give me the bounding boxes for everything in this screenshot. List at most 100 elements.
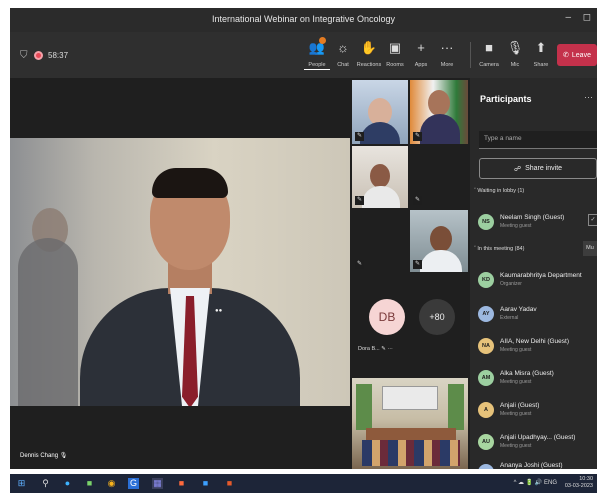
list-item[interactable]: KD Kaumarabhritya Department Organizer [478, 270, 597, 294]
video-tile[interactable]: ✎ [410, 146, 468, 208]
mic-off-icon: ✎ [355, 196, 364, 205]
mic-label: Mic [510, 62, 520, 68]
admit-icon[interactable]: ✓ [588, 214, 597, 226]
reactions-button[interactable]: ✋ Reactions [356, 40, 382, 68]
camera-icon: ■ [485, 40, 493, 55]
avatar: AY [478, 306, 494, 322]
chrome-icon[interactable]: ◉ [106, 478, 117, 489]
teams-icon[interactable]: ▦ [152, 478, 163, 489]
app-icon[interactable]: ■ [224, 478, 235, 489]
mic-off-icon: ✎ [413, 260, 422, 269]
speaker-name-tag: Dennis Chang 🎙 [20, 452, 67, 459]
participant-name: Anjali Upadhyay... (Guest) [500, 434, 576, 441]
taskbar-clock[interactable]: 10:30 03-03-2023 [565, 476, 593, 490]
share-invite-label: Share invite [525, 165, 563, 172]
overflow-count-button[interactable]: +80 [419, 299, 455, 335]
apps-button[interactable]: + Apps [408, 40, 434, 68]
mic-off-icon: ✎ [413, 132, 422, 141]
reactions-icon: ✋ [360, 40, 378, 55]
participant-search-input[interactable]: Type a name [479, 131, 597, 149]
room-plant [356, 384, 372, 430]
list-item[interactable]: AM Alka Misra (Guest) Meeting guest [478, 368, 597, 392]
waiting-lobby-header[interactable]: ˇ Waiting in lobby (1) [474, 188, 524, 194]
more-icon[interactable]: ··· [584, 92, 593, 102]
rooms-label: Rooms [386, 62, 404, 68]
windows-start-icon[interactable]: ⊞ [16, 478, 27, 489]
rooms-icon: ▣ [388, 40, 402, 55]
people-label: People [304, 62, 330, 70]
video-tile[interactable]: ✎ [410, 80, 468, 144]
mic-off-icon: ✎ [381, 346, 386, 352]
video-tile[interactable]: ✎ [352, 80, 408, 144]
participant-name: Alka Misra (Guest) [500, 370, 554, 377]
mic-button[interactable]: 🎙 Mic [502, 40, 528, 68]
edge-icon[interactable]: ● [62, 478, 73, 489]
people-button[interactable]: 👥 People [304, 37, 330, 70]
clock-time: 10:30 [579, 476, 593, 482]
room-plant [448, 384, 464, 430]
participant-body [420, 114, 460, 144]
meeting-toolbar: ⛉ 58:37 👥 People ☼ Chat ✋ Reactions ▣ Ro… [10, 32, 597, 78]
speaker-video[interactable]: ●● [10, 138, 350, 406]
chat-label: Chat [337, 62, 349, 68]
in-meeting-header[interactable]: ˇ In this meeting (84) [474, 246, 524, 252]
share-invite-button[interactable]: ☍ Share invite [479, 158, 597, 179]
system-tray[interactable]: ^ ☁ 🔋 🔊 ENG [514, 479, 557, 486]
list-item[interactable]: A Anjali (Guest) Meeting guest [478, 400, 597, 424]
word-icon[interactable]: G [128, 478, 139, 489]
video-grid: ✎ ✎ ✎ ✎ ✎ ✎ DB +80 Dora B... ✎ ··· [350, 78, 470, 469]
participant-body [362, 186, 400, 208]
more-icon: ··· [440, 40, 454, 55]
recording-icon [34, 51, 43, 60]
participant-role: Meeting guest [500, 443, 532, 449]
background-person-body [18, 238, 78, 406]
more-icon[interactable]: ··· [387, 346, 393, 352]
avatar[interactable]: DB [369, 299, 405, 335]
avatar-name: Dora B... [358, 346, 380, 352]
room-video-tile[interactable] [352, 378, 468, 469]
avatar [478, 464, 494, 469]
avatar: NS [478, 214, 494, 230]
panel-title: Participants [480, 94, 532, 104]
list-item[interactable]: Ananya Joshi (Guest) [478, 462, 597, 469]
participant-body [420, 250, 462, 272]
taskbar: ⊞ ⚲ ● ■ ◉ G ▦ ■ ■ ■ ^ ☁ 🔋 🔊 ENG 10:30 03… [10, 474, 597, 493]
video-tile[interactable]: ✎ [352, 210, 408, 272]
participant-name: Neelam Singh (Guest) [500, 214, 565, 221]
flag-pin-icon: ●● [215, 308, 223, 314]
main-stage: ●● Dennis Chang 🎙 [10, 78, 350, 469]
mic-off-icon: ✎ [355, 132, 364, 141]
video-tile[interactable]: ✎ [352, 146, 408, 208]
minimize-button[interactable]: – [565, 12, 571, 23]
more-button[interactable]: ··· More [434, 40, 460, 68]
restore-button[interactable]: ◻ [583, 12, 591, 23]
share-icon: ⬆ [535, 40, 547, 55]
avatar: AM [478, 370, 494, 386]
window-title: International Webinar on Integrative Onc… [212, 14, 395, 24]
search-icon[interactable]: ⚲ [40, 478, 51, 489]
clock-date: 03-03-2023 [564, 483, 593, 489]
participant-name: Kaumarabhritya Department [500, 272, 582, 279]
list-item[interactable]: NS Neelam Singh (Guest) Meeting guest ✓ [478, 212, 597, 236]
excel-icon[interactable]: ■ [84, 478, 95, 489]
chevron-down-icon: ˇ [474, 188, 476, 194]
file-explorer-icon[interactable]: ■ [200, 478, 211, 489]
mute-all-button[interactable]: Mu [583, 241, 597, 256]
powerpoint-icon[interactable]: ■ [176, 478, 187, 489]
camera-button[interactable]: ■ Camera [476, 40, 502, 68]
reactions-label: Reactions [356, 62, 382, 68]
participant-name: AIIA, New Delhi (Guest) [500, 338, 569, 345]
room-banner [382, 386, 438, 410]
leave-button[interactable]: ✆ Leave [557, 44, 597, 66]
rooms-button[interactable]: ▣ Rooms [382, 40, 408, 68]
video-tile[interactable]: ✎ [410, 210, 468, 272]
list-item[interactable]: AY Aarav Yadav External [478, 304, 597, 328]
chat-button[interactable]: ☼ Chat [330, 40, 356, 68]
list-item[interactable]: NA AIIA, New Delhi (Guest) Meeting guest [478, 336, 597, 360]
avatar: AU [478, 434, 494, 450]
share-button[interactable]: ⬆ Share [528, 40, 554, 68]
mic-off-icon: ✎ [355, 260, 364, 269]
avatar: A [478, 402, 494, 418]
notification-badge [319, 37, 326, 44]
list-item[interactable]: AU Anjali Upadhyay... (Guest) Meeting gu… [478, 432, 597, 456]
